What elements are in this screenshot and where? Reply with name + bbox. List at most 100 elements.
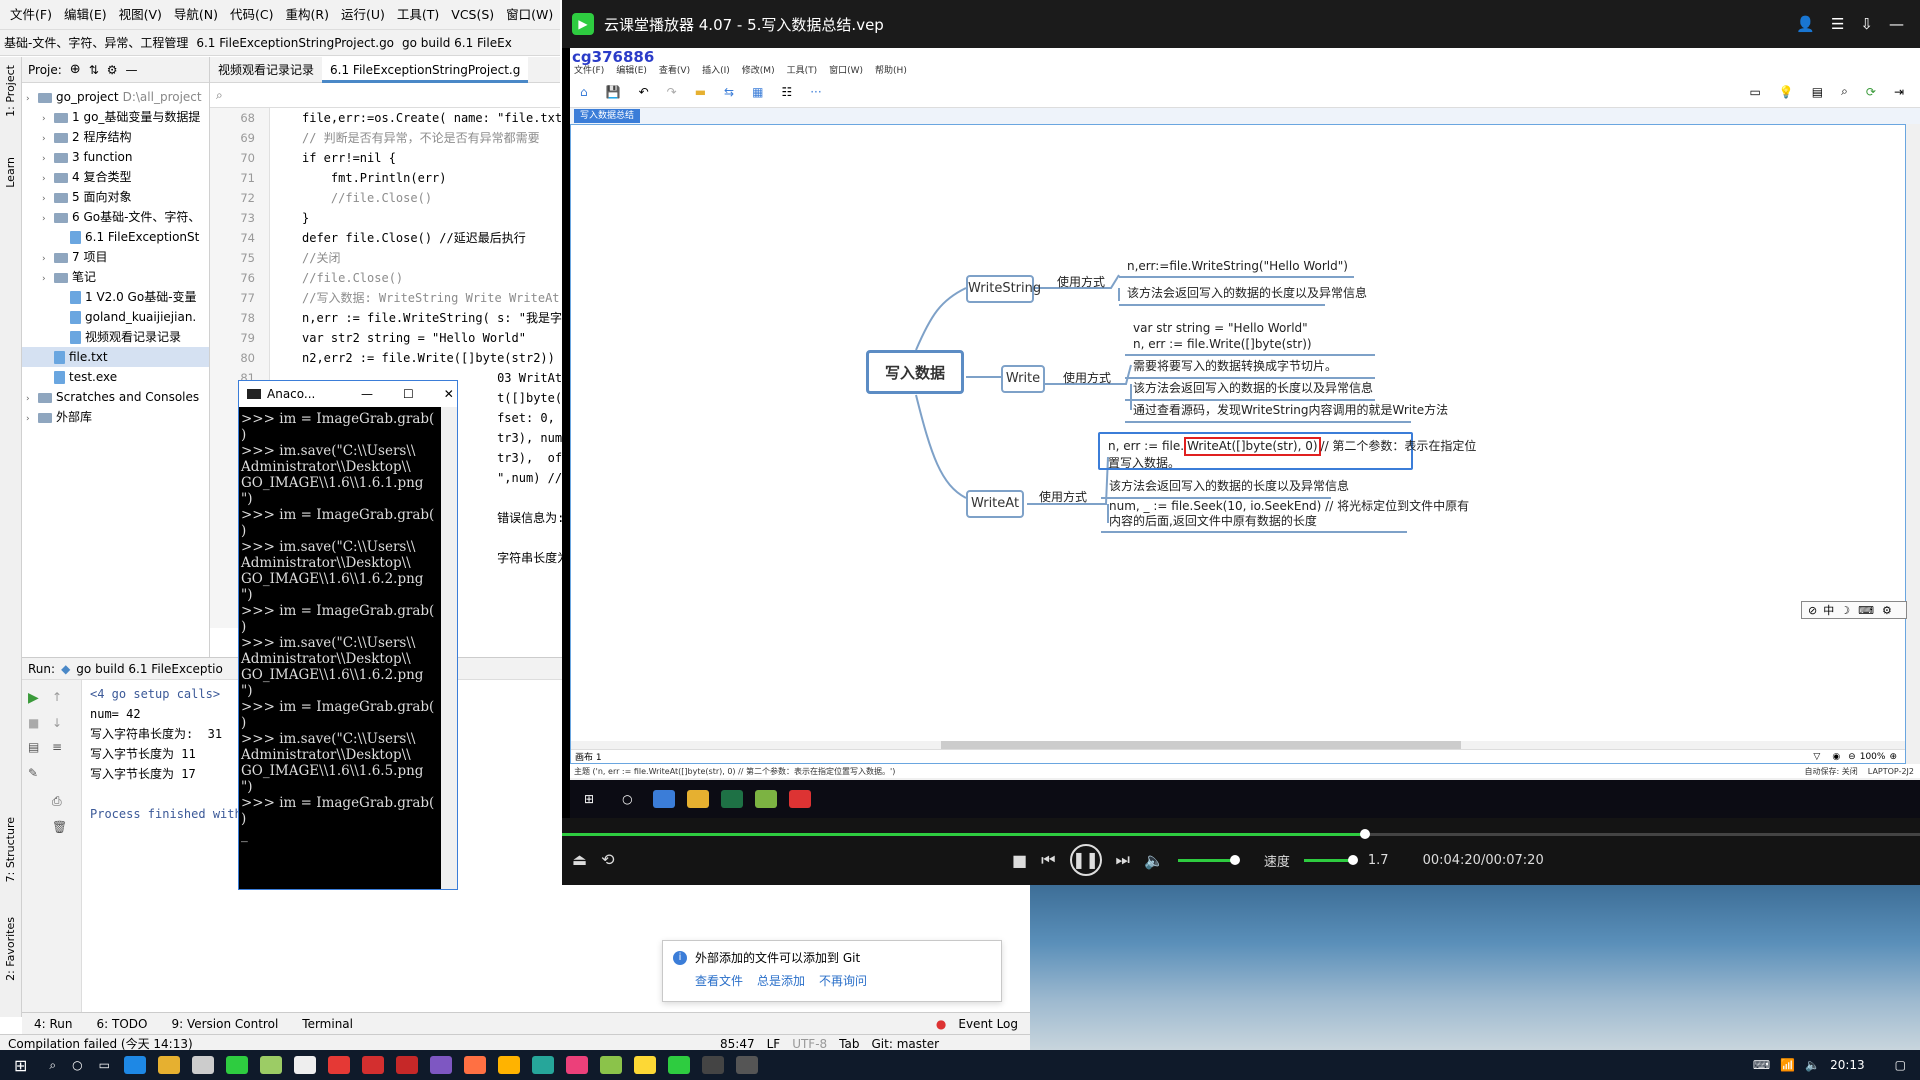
editor-search-bar[interactable]: ⌕	[210, 84, 560, 108]
code-line[interactable]: //file.Close()	[272, 268, 562, 288]
cortana-icon[interactable]: ○	[72, 1058, 82, 1072]
eject-icon[interactable]: ⏏	[572, 850, 587, 869]
notepad-icon[interactable]	[259, 1056, 282, 1074]
menu-item[interactable]: 视图(V)	[113, 0, 168, 30]
menu-item[interactable]: 工具(T)	[391, 0, 445, 30]
save-icon[interactable]: 💾	[606, 85, 621, 99]
app-menu-item[interactable]: 工具(T)	[787, 63, 818, 76]
chevron-icon[interactable]: ›	[42, 109, 54, 127]
app-menu-item[interactable]: 修改(M)	[742, 63, 775, 76]
volume-slider[interactable]	[1177, 854, 1240, 865]
folder-icon[interactable]: ▬	[695, 85, 706, 99]
volume-icon[interactable]: 🔈	[1144, 851, 1164, 870]
tree-item[interactable]: file.txt	[22, 347, 209, 367]
leaf-writeat-selected[interactable]: n, err := file. WriteAt([]byte(str), 0) …	[1098, 432, 1476, 470]
leaf-write-4[interactable]: 通过查看源码，发现WriteString内容调用的就是Write方法	[1125, 399, 1448, 423]
app-menu-item[interactable]: 查看(V)	[659, 63, 690, 76]
bottom-tab-vcs[interactable]: 9: Version Control	[159, 1017, 290, 1031]
app-icon-lime[interactable]	[599, 1056, 622, 1074]
code-line[interactable]: //file.Close()	[272, 188, 562, 208]
tree-item[interactable]: › 3 function	[22, 147, 209, 167]
clock[interactable]: 20:13	[1830, 1058, 1865, 1072]
next-icon[interactable]: ⏭	[1116, 850, 1130, 870]
menu-item[interactable]: 编辑(E)	[58, 0, 113, 30]
tree-item[interactable]: test.exe	[22, 367, 209, 387]
run-config-tab[interactable]: go build 6.1 FileExceptio	[76, 662, 223, 676]
present-icon[interactable]: ▭	[1750, 85, 1761, 99]
code-line[interactable]: if err!=nil {	[272, 148, 562, 168]
code-line[interactable]: file,err:=os.Create( name: "file.txt"	[272, 108, 562, 128]
bottom-tab-run[interactable]: 4: Run	[22, 1017, 85, 1031]
notification-icon[interactable]: ▢	[1895, 1058, 1906, 1072]
event-log-tab[interactable]: Event Log	[946, 1017, 1030, 1031]
root-node[interactable]: 写入数据	[866, 350, 964, 394]
leaf-writestring-2[interactable]: 该方法会返回写入的数据的长度以及异常信息	[1119, 282, 1367, 306]
line-separator[interactable]: LF	[767, 1037, 781, 1051]
vs-icon[interactable]	[429, 1056, 452, 1074]
tree-item[interactable]: › 2 程序结构	[22, 127, 209, 147]
scroll-down-icon[interactable]: ↓	[52, 716, 62, 730]
code-line[interactable]: n,err := file.WriteString( s: "我是字	[272, 308, 562, 328]
list-icon[interactable]: ☷	[781, 85, 792, 99]
ime-keyboard-icon[interactable]: ⌨	[1858, 604, 1874, 617]
ime-moon-icon[interactable]: ☽	[1840, 604, 1850, 617]
filter-icon[interactable]: ▽	[1813, 752, 1820, 762]
bottom-tab-todo[interactable]: 6: TODO	[85, 1017, 160, 1031]
previous-icon[interactable]: ⏮	[1041, 850, 1055, 870]
tree-item[interactable]: 1 V2.0 Go基础-变量	[22, 287, 209, 307]
app-icon-yellow[interactable]	[497, 1056, 520, 1074]
console-scrollbar[interactable]	[441, 407, 457, 889]
idea-icon[interactable]: 💡	[1779, 85, 1794, 99]
leaf-writestring-1[interactable]: n,err:=file.WriteString("Hello World")	[1119, 257, 1354, 278]
branch-write[interactable]: Write	[1001, 365, 1045, 393]
seek-bar[interactable]	[562, 829, 1920, 839]
rerun-icon[interactable]: ▶	[28, 690, 39, 706]
tool-tab-learn[interactable]: Learn	[4, 157, 17, 188]
trash-icon[interactable]: 🗑	[52, 820, 67, 834]
share-icon[interactable]: ⟳	[1866, 85, 1876, 99]
ime-mode[interactable]: 中	[1823, 602, 1834, 618]
volume-tray-icon[interactable]: 🔈	[1805, 1058, 1820, 1072]
app-icon-teal[interactable]	[531, 1056, 554, 1074]
tool-tab-favorites[interactable]: 2: Favorites	[4, 917, 17, 981]
minimize-icon[interactable]: —	[361, 387, 373, 401]
tool-tab-project[interactable]: 1: Project	[4, 65, 17, 117]
collapse-icon[interactable]: ⇅	[89, 63, 99, 77]
menu-item[interactable]: 运行(U)	[335, 0, 391, 30]
bottom-tab-terminal[interactable]: Terminal	[290, 1017, 365, 1031]
tree-item[interactable]: › 4 复合类型	[22, 167, 209, 187]
console-task-icon[interactable]	[735, 1056, 758, 1074]
view-files-link[interactable]: 查看文件	[695, 972, 743, 989]
seek-knob[interactable]	[1359, 829, 1370, 839]
app-menu-item[interactable]: 插入(I)	[702, 63, 730, 76]
menu-item[interactable]: 导航(N)	[168, 0, 224, 30]
loop-icon[interactable]: ⟲	[601, 850, 614, 869]
player-minimize-icon[interactable]: —	[1889, 15, 1904, 33]
menu-item[interactable]: VCS(S)	[445, 0, 500, 30]
user-icon[interactable]: 👤	[1796, 15, 1815, 33]
panel-icon[interactable]: ▤	[1812, 85, 1823, 99]
zoom-in-icon[interactable]: ⊕	[1889, 752, 1897, 762]
hide-icon[interactable]: —	[126, 63, 138, 77]
sheet-tab[interactable]: 画布 1	[575, 750, 602, 763]
tree-item[interactable]: › Scratches and Consoles	[22, 387, 209, 407]
code-line[interactable]: //写入数据: WriteString Write WriteAt	[272, 288, 562, 308]
code-line[interactable]: // 判断是否有异常，不论是否有异常都需要	[272, 128, 562, 148]
app-icon-doc[interactable]	[293, 1056, 316, 1074]
indent-setting[interactable]: Tab	[839, 1037, 859, 1051]
chevron-icon[interactable]: ›	[42, 209, 54, 227]
chevron-icon[interactable]: ›	[42, 269, 54, 287]
chevron-icon[interactable]: ›	[42, 169, 54, 187]
app-icon-red[interactable]	[361, 1056, 384, 1074]
app-icon-red2[interactable]	[395, 1056, 418, 1074]
tree-item[interactable]: › 6 Go基础-文件、字符、	[22, 207, 209, 227]
code-line[interactable]: defer file.Close() //延迟最后执行	[272, 228, 562, 248]
ime-gear-icon[interactable]: ⚙	[1882, 604, 1892, 617]
locate-icon[interactable]: ⊕	[70, 62, 81, 77]
video-frame[interactable]: cg376886 文件(F) 编辑(E) 查看(V) 插入(I) 修改(M) 工具(T) 窗…	[570, 48, 1920, 818]
always-add-link[interactable]: 总是添加	[757, 972, 805, 989]
git-branch[interactable]: Git: master	[872, 1037, 940, 1051]
mail-icon[interactable]	[191, 1056, 214, 1074]
chevron-icon[interactable]: ›	[42, 129, 54, 147]
leaf-write-2[interactable]: 需要将要写入的数据转换成字节切片。	[1125, 355, 1375, 379]
